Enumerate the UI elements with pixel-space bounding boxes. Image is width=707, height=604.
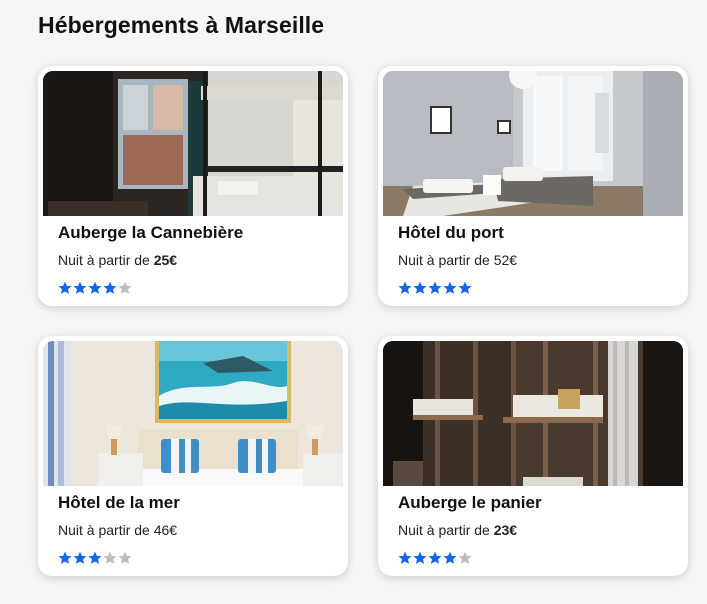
accommodation-name[interactable]: Hôtel du port — [398, 223, 504, 243]
accommodation-name[interactable]: Hôtel de la mer — [58, 493, 180, 513]
star-empty-icon — [118, 551, 132, 564]
price-value: 46€ — [153, 522, 178, 538]
star-filled-icon — [58, 551, 72, 564]
hostel-dorm-photo — [43, 71, 343, 216]
star-filled-icon — [88, 551, 102, 564]
star-filled-icon — [398, 551, 412, 564]
accommodation-card[interactable]: Auberge la Cannebière Nuit à partir de 2… — [38, 66, 348, 306]
star-filled-icon — [73, 551, 87, 564]
price-prefix: Nuit à partir de — [398, 252, 490, 268]
hostel-dorm-photo — [383, 341, 683, 486]
star-filled-icon — [458, 281, 472, 294]
star-rating — [58, 281, 132, 297]
star-filled-icon — [443, 551, 457, 564]
star-filled-icon — [413, 551, 427, 564]
accommodation-name[interactable]: Auberge le panier — [398, 493, 542, 513]
price-text: Nuit à partir de 23€ — [398, 522, 517, 538]
star-empty-icon — [458, 551, 472, 564]
accommodation-name[interactable]: Auberge la Cannebière — [58, 223, 243, 243]
price-text: Nuit à partir de 52€ — [398, 252, 517, 268]
section-title: Hébergements à Marseille — [38, 12, 325, 38]
price-value: 52€ — [493, 252, 518, 268]
star-filled-icon — [443, 281, 457, 294]
star-filled-icon — [73, 281, 87, 294]
price-prefix: Nuit à partir de — [58, 252, 150, 268]
price-prefix: Nuit à partir de — [58, 522, 150, 538]
star-filled-icon — [103, 281, 117, 294]
star-filled-icon — [413, 281, 427, 294]
accommodation-photo[interactable] — [383, 341, 683, 486]
star-rating — [398, 281, 472, 297]
price-value: 23€ — [493, 522, 518, 538]
hotel-room-photo — [43, 341, 343, 486]
star-filled-icon — [428, 551, 442, 564]
star-filled-icon — [88, 281, 102, 294]
price-text: Nuit à partir de 46€ — [58, 522, 177, 538]
hotel-room-photo — [383, 71, 683, 216]
accommodation-card[interactable]: Auberge le panier Nuit à partir de 23€ — [378, 336, 688, 576]
star-empty-icon — [103, 551, 117, 564]
accommodation-photo[interactable] — [43, 71, 343, 216]
accommodation-photo[interactable] — [43, 341, 343, 486]
price-value: 25€ — [153, 252, 178, 268]
accommodation-photo[interactable] — [383, 71, 683, 216]
accommodation-card[interactable]: Hôtel du port Nuit à partir de 52€ — [378, 66, 688, 306]
star-rating — [58, 551, 132, 567]
star-rating — [398, 551, 472, 567]
star-empty-icon — [118, 281, 132, 294]
star-filled-icon — [428, 281, 442, 294]
star-filled-icon — [398, 281, 412, 294]
accommodation-card[interactable]: Hôtel de la mer Nuit à partir de 46€ — [38, 336, 348, 576]
price-prefix: Nuit à partir de — [398, 522, 490, 538]
price-text: Nuit à partir de 25€ — [58, 252, 177, 268]
star-filled-icon — [58, 281, 72, 294]
